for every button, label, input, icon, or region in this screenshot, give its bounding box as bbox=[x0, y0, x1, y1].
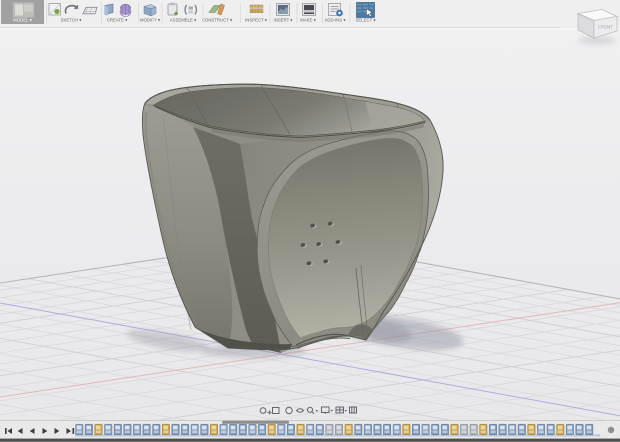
svg-text:ADD-INS ▾: ADD-INS ▾ bbox=[324, 17, 345, 22]
svg-text:INSPECT ▾: INSPECT ▾ bbox=[245, 17, 267, 22]
svg-text:SKETCH ▾: SKETCH ▾ bbox=[61, 17, 82, 22]
svg-text:CONSTRUCT ▾: CONSTRUCT ▾ bbox=[202, 17, 232, 22]
svg-text:FRONT: FRONT bbox=[598, 25, 613, 30]
svg-text:INSERT ▾: INSERT ▾ bbox=[274, 17, 293, 22]
svg-text:CREATE ▾: CREATE ▾ bbox=[107, 17, 127, 22]
svg-text:MODEL ▾: MODEL ▾ bbox=[13, 18, 31, 23]
svg-text:ASSEMBLE ▾: ASSEMBLE ▾ bbox=[170, 17, 197, 22]
svg-text:SELECT ▾: SELECT ▾ bbox=[356, 17, 376, 22]
svg-text:MODIFY ▾: MODIFY ▾ bbox=[140, 17, 160, 22]
svg-text:MAKE ▾: MAKE ▾ bbox=[300, 17, 316, 22]
